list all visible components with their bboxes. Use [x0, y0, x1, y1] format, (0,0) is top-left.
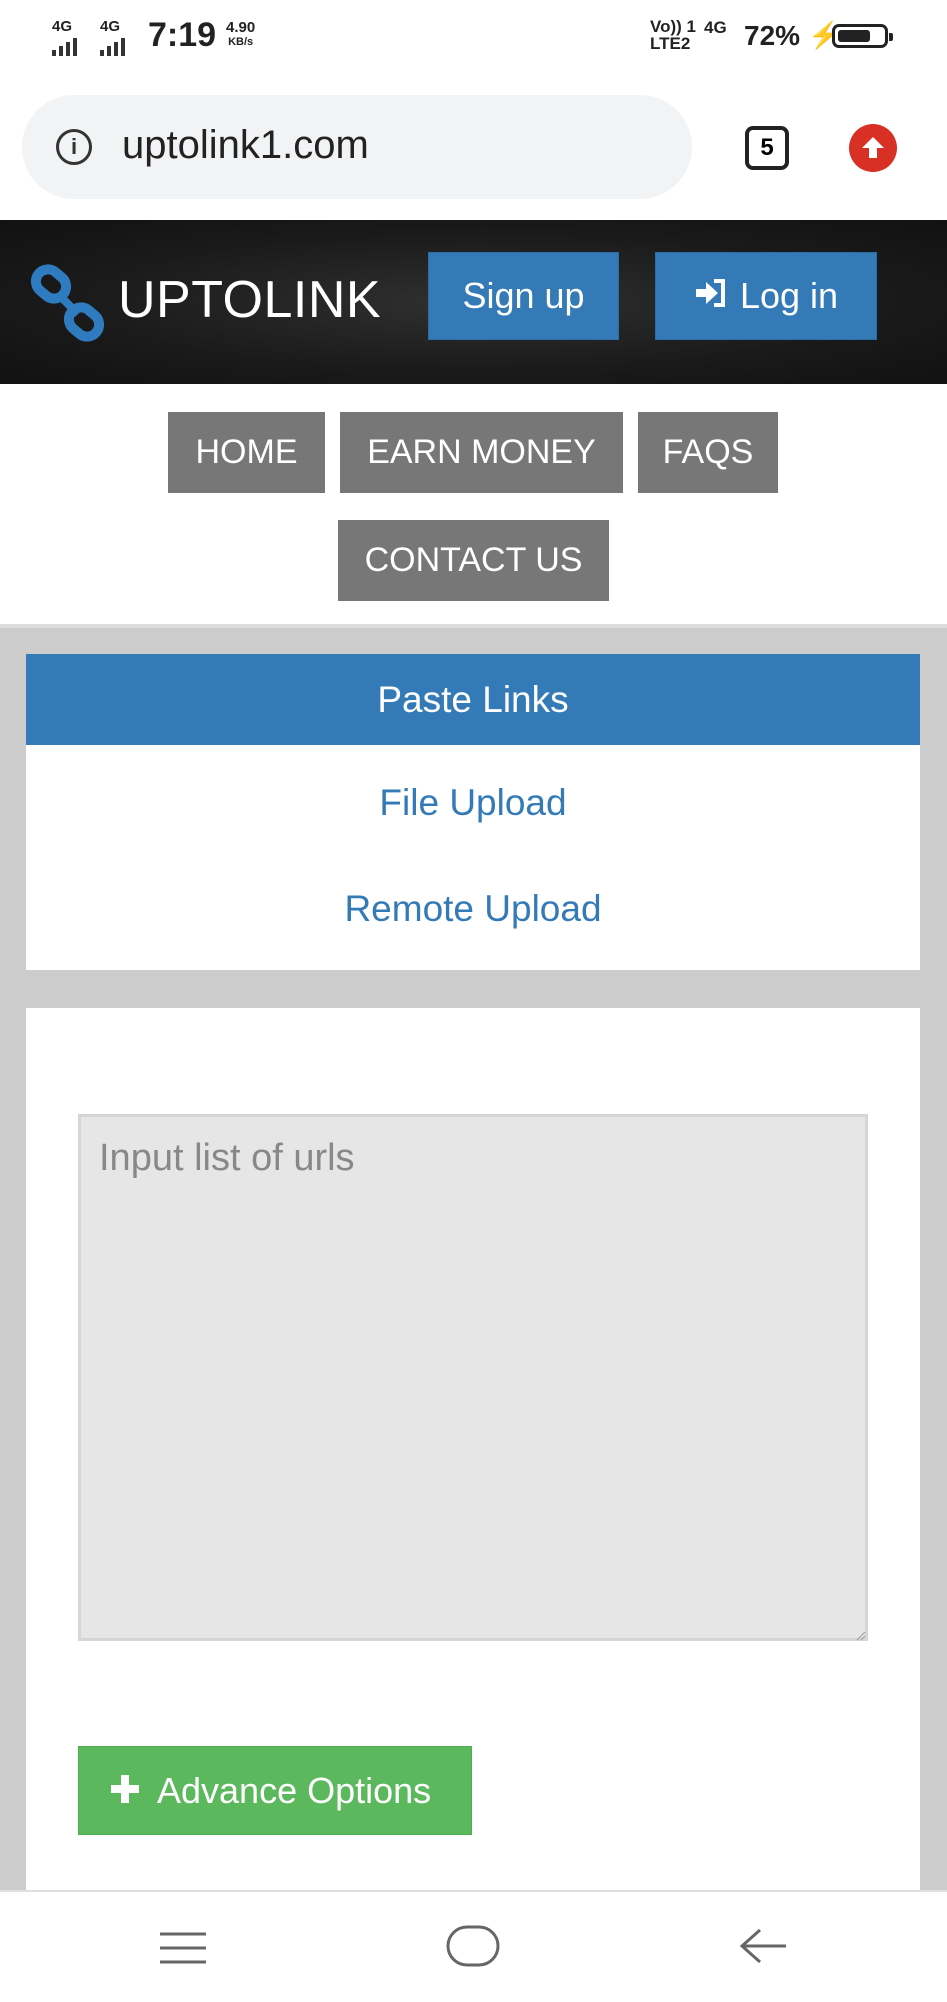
- tab-switcher-button[interactable]: 5: [745, 126, 789, 170]
- signal-bars-icon: [100, 38, 125, 56]
- login-icon: [694, 275, 726, 317]
- signup-label: Sign up: [462, 275, 585, 316]
- home-icon[interactable]: [445, 1924, 501, 1973]
- site-header: UPTOLINK Sign up Log in: [0, 220, 947, 384]
- sim2-network-label: 4G: [100, 18, 121, 35]
- main-nav: HOME EARN MONEY FAQS CONTACT US: [0, 384, 947, 624]
- clock: 7:19: [148, 16, 217, 54]
- site-logo-text[interactable]: UPTOLINK: [118, 270, 381, 330]
- advance-options-label: Advance Options: [157, 1769, 432, 1811]
- battery-fill: [838, 30, 870, 42]
- volte-label: Vo)) 1: [650, 17, 696, 36]
- chain-link-icon[interactable]: [30, 264, 108, 349]
- nav-faqs[interactable]: FAQS: [638, 412, 778, 493]
- tab-remote-upload[interactable]: Remote Upload: [26, 888, 920, 930]
- advance-options-button[interactable]: Advance Options: [78, 1746, 472, 1835]
- signup-button[interactable]: Sign up: [428, 252, 619, 340]
- menu-icon[interactable]: [158, 1930, 208, 1971]
- plus-icon: [111, 1770, 139, 1812]
- url-list-input[interactable]: [78, 1114, 868, 1641]
- site-info-icon[interactable]: i: [56, 129, 92, 165]
- network-speed: 4.90 KB/s: [226, 20, 255, 50]
- resize-handle-icon[interactable]: [856, 1628, 866, 1646]
- volte-indicator: Vo)) 1 LTE2: [650, 18, 696, 52]
- update-arrow-icon[interactable]: [849, 124, 897, 172]
- speed-unit: KB/s: [228, 36, 254, 48]
- battery-percent: 72%: [744, 20, 801, 51]
- back-arrow-icon[interactable]: [738, 1926, 788, 1971]
- sim1-network-label: 4G: [52, 18, 73, 35]
- login-label: Log in: [739, 275, 839, 316]
- speed-value: 4.90: [226, 19, 256, 36]
- nav-contact-us[interactable]: CONTACT US: [338, 520, 609, 601]
- mobile-data-indicator: 4G: [704, 18, 727, 37]
- status-bar: 4G 4G 7:19 4.90 KB/s Vo)) 1 LTE2 4G 72% …: [0, 0, 947, 78]
- sim2-signal: 4G: [100, 18, 125, 56]
- system-nav-bar: [0, 1890, 947, 2002]
- login-button[interactable]: Log in: [655, 252, 877, 340]
- nav-earn-money[interactable]: EARN MONEY: [340, 412, 623, 493]
- tab-file-upload[interactable]: File Upload: [26, 782, 920, 824]
- nav-home[interactable]: HOME: [168, 412, 325, 493]
- lte-label: LTE2: [650, 34, 691, 53]
- sim1-signal: 4G: [52, 18, 77, 56]
- signal-bars-icon: [52, 38, 77, 56]
- paste-links-form: Advance Options: [26, 1008, 920, 1890]
- battery-icon: [832, 24, 893, 48]
- upload-tabs: Paste Links File Upload Remote Upload: [26, 654, 920, 970]
- url-text[interactable]: uptolink1.com: [122, 123, 369, 168]
- address-bar[interactable]: i uptolink1.com: [22, 95, 692, 199]
- tab-paste-links[interactable]: Paste Links: [26, 654, 920, 745]
